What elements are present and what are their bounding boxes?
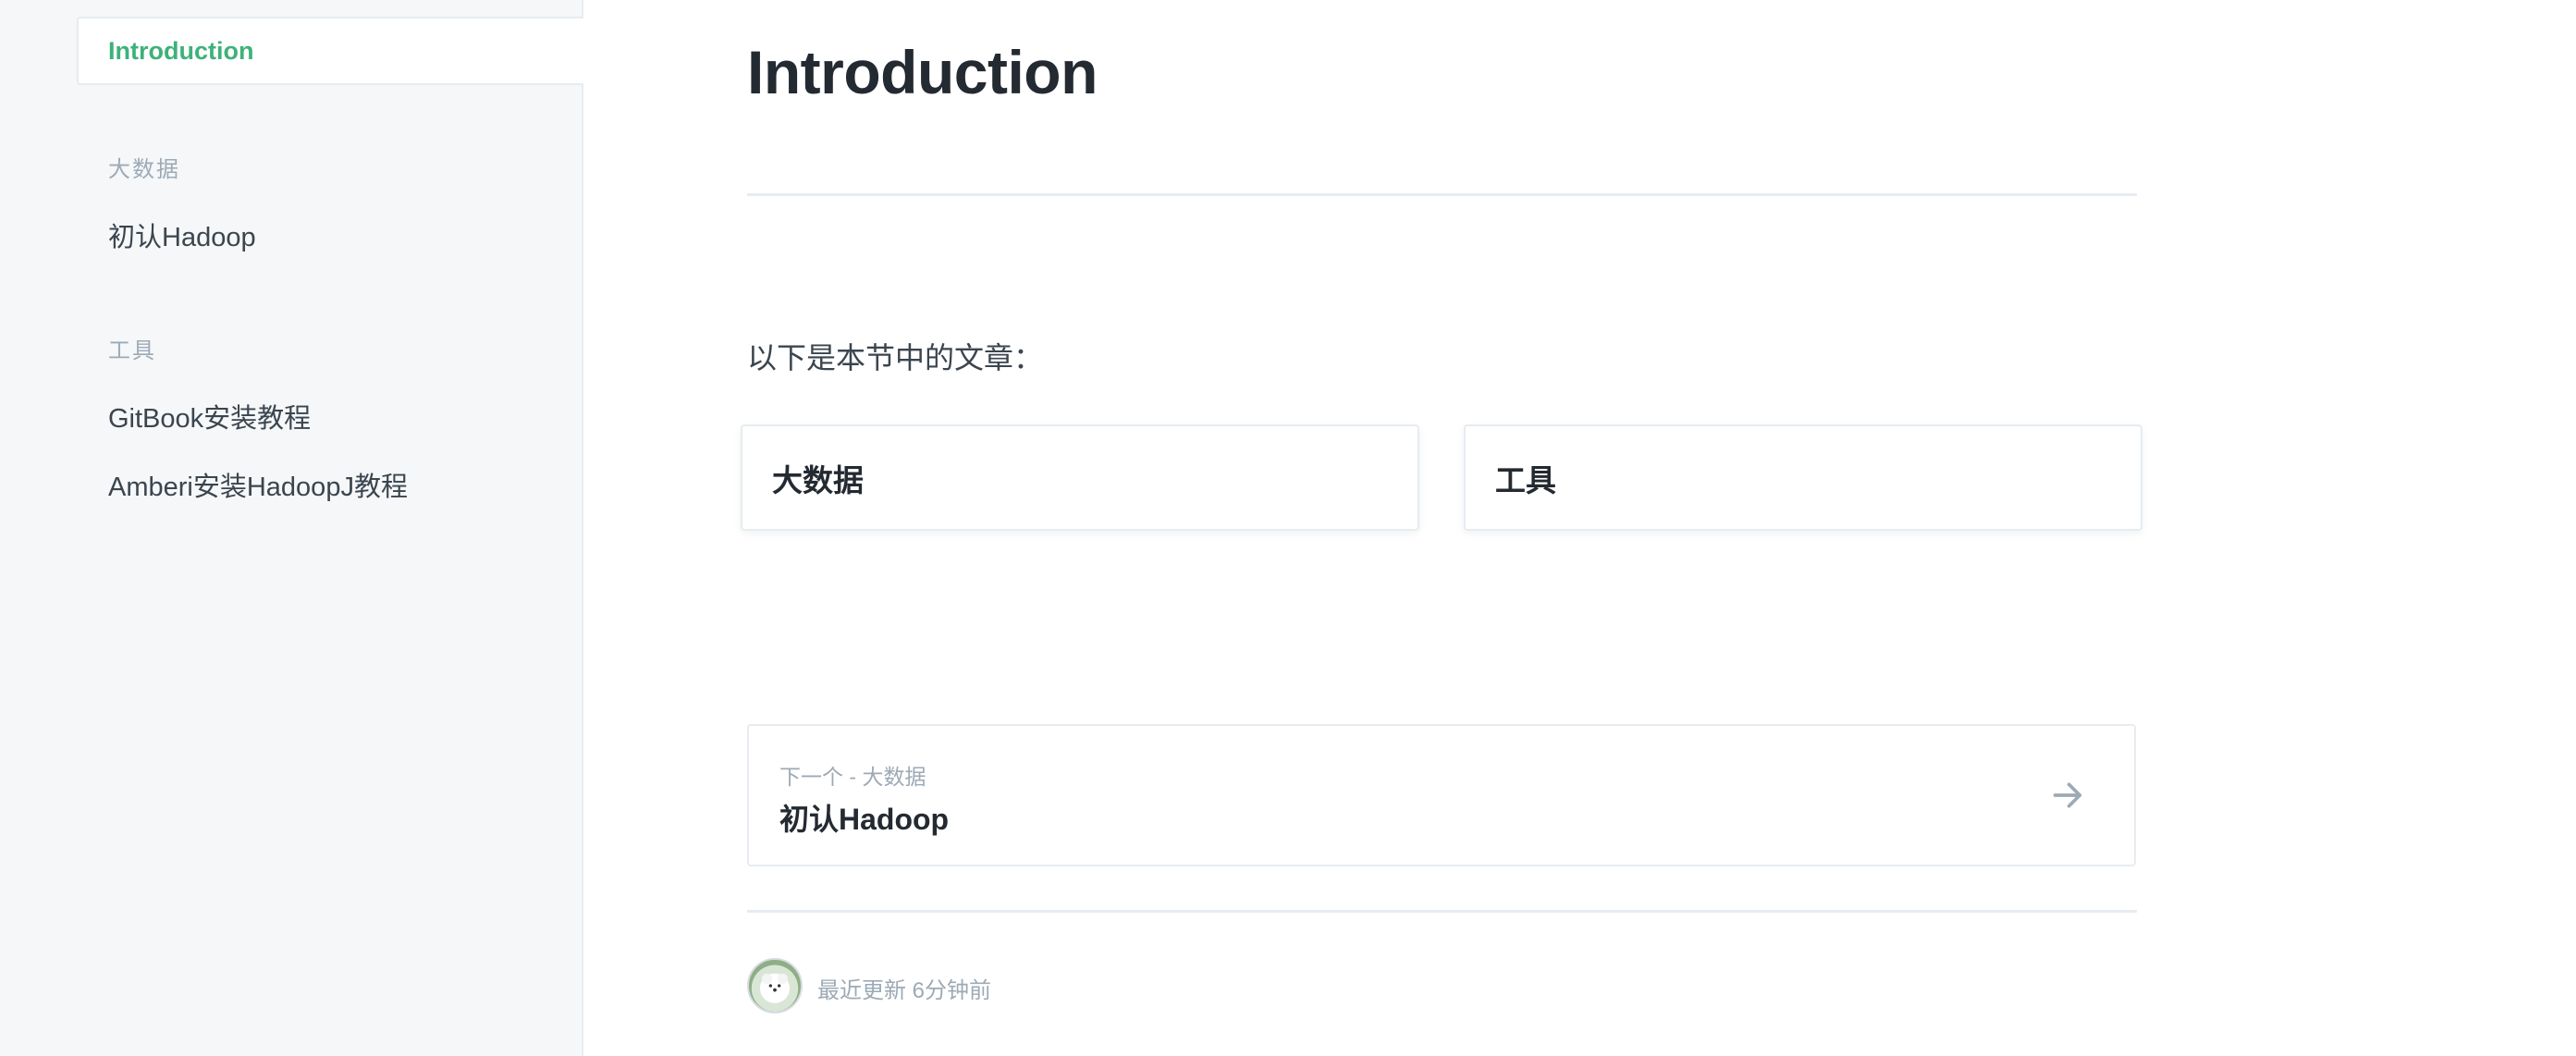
- card-tools[interactable]: 工具: [1464, 424, 2142, 531]
- card-label: 工具: [1495, 462, 1556, 497]
- sidebar-section-tools: 工具: [108, 338, 156, 363]
- page-title: Introduction: [747, 38, 1098, 106]
- sidebar-item-gitbook-install[interactable]: GitBook安装教程: [108, 397, 311, 436]
- dog-avatar-icon: [762, 973, 788, 1001]
- sidebar-item-introduction[interactable]: Introduction: [77, 17, 583, 85]
- sidebar: Introduction 大数据 初认Hadoop 工具 GitBook安装教程…: [0, 0, 583, 1056]
- sidebar-section-big-data: 大数据: [108, 157, 180, 182]
- next-page-link[interactable]: 下一个 - 大数据 初认Hadoop: [747, 724, 2136, 866]
- intro-text: 以下是本节中的文章：: [747, 341, 1044, 375]
- author-avatar: [747, 958, 803, 1013]
- title-divider: [747, 193, 2137, 196]
- card-label: 大数据: [772, 462, 864, 497]
- footer-divider: [747, 910, 2137, 913]
- next-page-hint: 下一个 - 大数据: [779, 765, 926, 789]
- next-page-title: 初认Hadoop: [779, 803, 950, 836]
- sidebar-item-hadoop-intro[interactable]: 初认Hadoop: [108, 215, 256, 254]
- last-updated-text: 最近更新 6分钟前: [817, 978, 992, 1003]
- card-big-data[interactable]: 大数据: [741, 424, 1419, 531]
- arrow-right-icon: [2053, 782, 2082, 808]
- sidebar-item-amberi-install[interactable]: Amberi安装HadoopJ教程: [108, 465, 408, 504]
